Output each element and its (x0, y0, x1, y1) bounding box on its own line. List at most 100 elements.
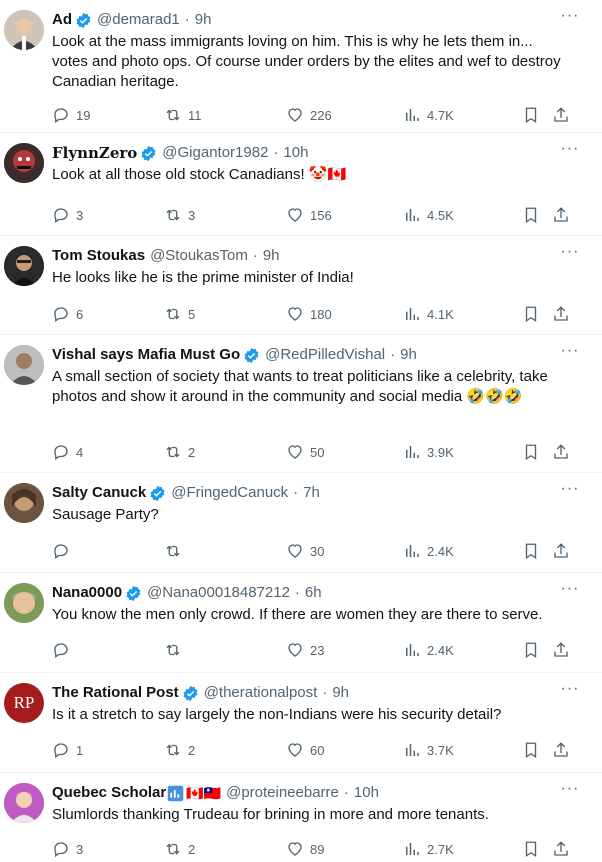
post-time[interactable]: 9h (263, 247, 280, 265)
action-bar: 30 2.4K (52, 541, 582, 561)
views-button[interactable]: 4.1K (403, 304, 454, 324)
author-name[interactable]: The Rational Post (52, 684, 179, 702)
post[interactable]: Salty Canuck @FringedCanuck · 7h ··· Sau… (0, 473, 602, 573)
more-options-icon[interactable]: ··· (560, 141, 580, 159)
share-button[interactable] (552, 442, 570, 462)
like-button[interactable]: 60 (286, 740, 324, 760)
post-time[interactable]: 9h (332, 684, 349, 702)
post-time[interactable]: 9h (400, 346, 417, 364)
reply-button[interactable]: 4 (52, 442, 83, 462)
reply-button[interactable] (52, 541, 76, 561)
separator-dot: · (322, 684, 328, 701)
reply-button[interactable]: 3 (52, 839, 83, 859)
bookmark-button[interactable] (522, 205, 540, 225)
more-options-icon[interactable]: ··· (560, 681, 580, 699)
avatar[interactable] (4, 143, 44, 183)
more-options-icon[interactable]: ··· (560, 244, 580, 262)
post[interactable]: 𝐅𝐥𝐲𝐧𝐧𝐙𝐞𝐫𝐨 @Gigantor1982 · 10h ··· Look a… (0, 133, 602, 236)
bookmark-button[interactable] (522, 105, 540, 125)
author-name[interactable]: Quebec Scholar (52, 784, 166, 802)
repost-button[interactable]: 2 (164, 839, 195, 859)
more-options-icon[interactable]: ··· (560, 481, 580, 499)
avatar[interactable]: RP (4, 683, 44, 723)
repost-button[interactable]: 11 (164, 105, 202, 125)
bookmark-button[interactable] (522, 541, 540, 561)
avatar[interactable] (4, 10, 44, 50)
views-button[interactable]: 4.7K (403, 105, 454, 125)
like-button[interactable]: 23 (286, 640, 324, 660)
post[interactable]: RP The Rational Post @therationalpost · … (0, 673, 602, 773)
author-name[interactable]: Ad (52, 11, 72, 29)
author-handle[interactable]: @demarad1 (97, 11, 180, 29)
repost-button[interactable] (164, 541, 188, 561)
more-options-icon[interactable]: ··· (560, 343, 580, 361)
avatar[interactable] (4, 583, 44, 623)
reply-button[interactable]: 1 (52, 740, 83, 760)
repost-button[interactable] (164, 640, 188, 660)
more-options-icon[interactable]: ··· (560, 781, 580, 799)
author-handle[interactable]: @Nana00018487212 (147, 584, 290, 602)
author-name[interactable]: Tom Stoukas (52, 247, 145, 265)
share-button[interactable] (552, 304, 570, 324)
reply-button[interactable]: 6 (52, 304, 83, 324)
reply-count: 1 (76, 742, 84, 758)
action-bar: 6 5 180 4.1K (52, 304, 582, 324)
author-name[interactable]: Salty Canuck (52, 484, 146, 502)
views-button[interactable]: 2.4K (403, 640, 454, 660)
share-button[interactable] (552, 205, 570, 225)
author-handle[interactable]: @FringedCanuck (171, 484, 288, 502)
author-handle[interactable]: @StoukasTom (150, 247, 248, 265)
post-time[interactable]: 6h (305, 584, 322, 602)
reply-button[interactable]: 3 (52, 205, 83, 225)
views-button[interactable]: 2.4K (403, 541, 454, 561)
bookmark-button[interactable] (522, 442, 540, 462)
like-button[interactable]: 156 (286, 205, 332, 225)
post[interactable]: Quebec Scholar 🇨🇦🇹🇼 @proteineebarre · 10… (0, 773, 602, 862)
repost-button[interactable]: 2 (164, 442, 195, 462)
post-time[interactable]: 10h (354, 784, 379, 802)
share-button[interactable] (552, 640, 570, 660)
avatar[interactable] (4, 246, 44, 286)
post[interactable]: Nana0000 @Nana00018487212 · 6h ··· You k… (0, 573, 602, 673)
bookmark-button[interactable] (522, 740, 540, 760)
author-name[interactable]: Vishal says Mafia Must Go (52, 346, 240, 364)
repost-button[interactable]: 5 (164, 304, 195, 324)
author-handle[interactable]: @Gigantor1982 (162, 144, 268, 162)
author-name[interactable]: Nana0000 (52, 584, 122, 602)
bookmark-button[interactable] (522, 640, 540, 660)
reply-button[interactable] (52, 640, 76, 660)
more-options-icon[interactable]: ··· (560, 8, 580, 26)
reply-button[interactable]: 19 (52, 105, 90, 125)
repost-button[interactable]: 2 (164, 740, 195, 760)
views-button[interactable]: 4.5K (403, 205, 454, 225)
author-handle[interactable]: @proteineebarre (226, 784, 339, 802)
repost-button[interactable]: 3 (164, 205, 195, 225)
avatar[interactable] (4, 783, 44, 823)
author-handle[interactable]: @therationalpost (204, 684, 318, 702)
like-button[interactable]: 30 (286, 541, 324, 561)
author-name[interactable]: 𝐅𝐥𝐲𝐧𝐧𝐙𝐞𝐫𝐨 (52, 144, 137, 162)
like-button[interactable]: 89 (286, 839, 324, 859)
post[interactable]: Vishal says Mafia Must Go @RedPilledVish… (0, 335, 602, 473)
share-button[interactable] (552, 740, 570, 760)
views-button[interactable]: 3.9K (403, 442, 454, 462)
like-button[interactable]: 180 (286, 304, 332, 324)
post-time[interactable]: 10h (283, 144, 308, 162)
avatar[interactable] (4, 483, 44, 523)
post[interactable]: Ad @demarad1 · 9h ··· Look at the mass i… (0, 0, 602, 133)
share-button[interactable] (552, 839, 570, 859)
like-button[interactable]: 50 (286, 442, 324, 462)
post-time[interactable]: 7h (303, 484, 320, 502)
post-time[interactable]: 9h (195, 11, 212, 29)
share-button[interactable] (552, 541, 570, 561)
author-handle[interactable]: @RedPilledVishal (265, 346, 385, 364)
avatar[interactable] (4, 345, 44, 385)
more-options-icon[interactable]: ··· (560, 581, 580, 599)
bookmark-button[interactable] (522, 839, 540, 859)
views-button[interactable]: 3.7K (403, 740, 454, 760)
post[interactable]: Tom Stoukas @StoukasTom · 9h ··· He look… (0, 236, 602, 335)
bookmark-button[interactable] (522, 304, 540, 324)
share-button[interactable] (552, 105, 570, 125)
views-button[interactable]: 2.7K (403, 839, 454, 859)
like-button[interactable]: 226 (286, 105, 332, 125)
